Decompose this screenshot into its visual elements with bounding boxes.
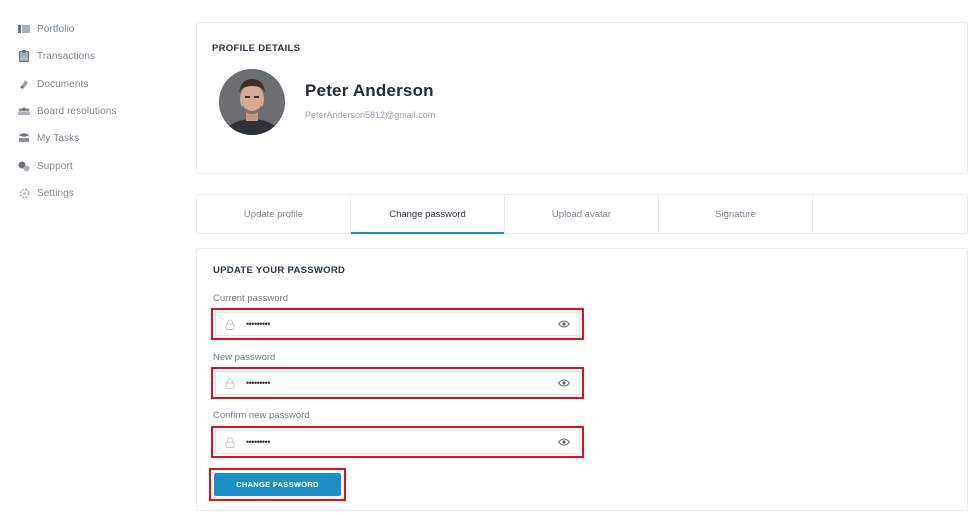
confirm-password-label: Confirm new password	[213, 410, 310, 421]
tab-change-password[interactable]: Change password	[351, 195, 505, 234]
sidebar-item-portfolio[interactable]: Portfolio	[18, 19, 75, 39]
sidebar-item-label: My Tasks	[37, 132, 80, 144]
eye-icon[interactable]	[557, 319, 571, 329]
sidebar-item-label: Portfolio	[37, 23, 75, 35]
sidebar-item-label: Settings	[37, 187, 74, 199]
sidebar-item-documents[interactable]: Documents	[18, 74, 88, 94]
current-password-label: Current password	[213, 293, 288, 304]
tasks-icon	[18, 132, 30, 144]
change-password-highlight: CHANGE PASSWORD	[209, 468, 346, 501]
documents-icon	[18, 78, 30, 90]
support-icon	[18, 160, 30, 172]
lock-icon	[224, 318, 236, 330]
tab-signature[interactable]: Signature	[659, 195, 813, 233]
tab-update-profile[interactable]: Update profile	[197, 195, 351, 233]
board-icon	[18, 105, 30, 117]
profile-details-card: PROFILE DETAILS Peter Anderson PeterAnde…	[196, 22, 968, 174]
new-password-highlight: •••••••••	[211, 367, 584, 399]
sidebar: Portfolio Transactions Documents Board r…	[0, 0, 190, 515]
sidebar-item-my-tasks[interactable]: My Tasks	[18, 128, 79, 148]
avatar	[219, 69, 285, 135]
profile-section-title: PROFILE DETAILS	[212, 43, 301, 54]
new-password-field[interactable]: •••••••••	[215, 371, 580, 395]
lock-icon	[224, 377, 236, 389]
tab-empty	[813, 195, 967, 233]
confirm-password-highlight: •••••••••	[211, 426, 584, 458]
current-password-value: •••••••••	[246, 318, 270, 329]
sidebar-item-label: Board resolutions	[37, 105, 117, 117]
portfolio-icon	[18, 23, 30, 35]
sidebar-item-settings[interactable]: Settings	[18, 183, 74, 203]
sidebar-item-label: Support	[37, 160, 73, 172]
password-section-title: UPDATE YOUR PASSWORD	[213, 265, 346, 276]
current-password-field[interactable]: •••••••••	[215, 312, 580, 336]
sidebar-item-transactions[interactable]: Transactions	[18, 46, 95, 66]
new-password-value: •••••••••	[246, 377, 270, 388]
current-password-highlight: •••••••••	[211, 308, 584, 340]
sidebar-item-label: Transactions	[37, 50, 96, 62]
change-password-button[interactable]: CHANGE PASSWORD	[214, 473, 341, 496]
sidebar-item-label: Documents	[37, 78, 89, 90]
profile-tabs: Update profile Change password Upload av…	[196, 194, 968, 234]
confirm-password-field[interactable]: •••••••••	[215, 430, 580, 454]
profile-email: PeterAnderson5812@gmail.com	[305, 110, 436, 120]
gear-icon	[18, 187, 30, 199]
lock-icon	[224, 436, 236, 448]
clipboard-icon	[18, 50, 30, 62]
tab-upload-avatar[interactable]: Upload avatar	[505, 195, 659, 233]
new-password-label: New password	[213, 352, 276, 363]
update-password-card: UPDATE YOUR PASSWORD Current password ••…	[196, 248, 968, 511]
sidebar-item-support[interactable]: Support	[18, 156, 73, 176]
eye-icon[interactable]	[557, 437, 571, 447]
eye-icon[interactable]	[557, 378, 571, 388]
profile-name: Peter Anderson	[305, 81, 434, 100]
confirm-password-value: •••••••••	[246, 436, 270, 447]
sidebar-item-board-resolutions[interactable]: Board resolutions	[18, 101, 117, 121]
